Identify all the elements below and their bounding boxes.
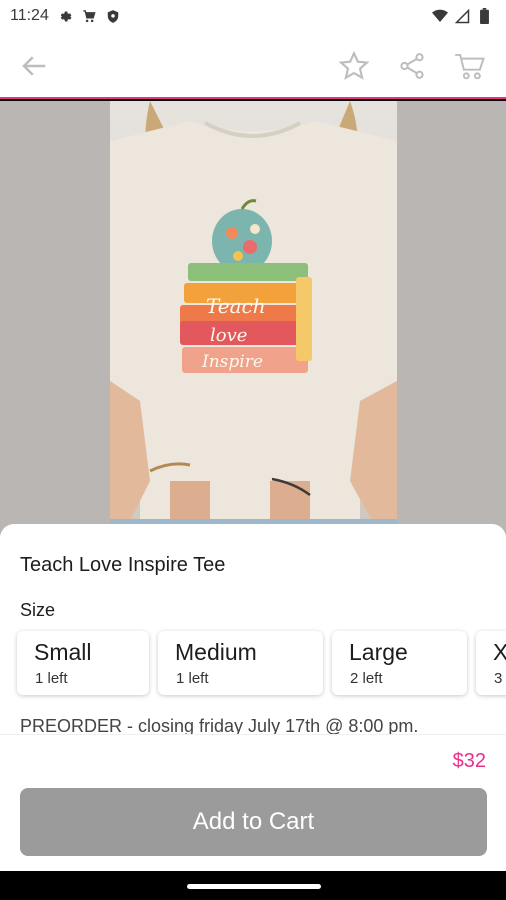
size-stock: 1 left xyxy=(176,670,209,687)
add-to-cart-button[interactable]: Add to Cart xyxy=(20,788,487,856)
wifi-icon xyxy=(432,8,448,24)
app-bar xyxy=(0,32,506,99)
size-option-medium[interactable]: Medium 1 left xyxy=(158,631,323,695)
size-name: Medium xyxy=(175,639,257,665)
product-price: $32 xyxy=(452,750,486,772)
product-image-area[interactable]: Teach love Inspire xyxy=(0,101,506,541)
shield-icon xyxy=(105,8,121,24)
size-name: X xyxy=(493,639,506,665)
size-name: Large xyxy=(349,639,408,665)
purchase-panel: $32 Add to Cart xyxy=(0,734,506,871)
size-stock: 3 xyxy=(494,670,503,687)
product-details-sheet: Teach Love Inspire Tee Size Small 1 left… xyxy=(0,524,506,734)
status-time: 11:24 xyxy=(10,7,49,24)
battery-icon xyxy=(476,8,492,24)
size-name: Small xyxy=(34,639,92,665)
size-label: Size xyxy=(20,600,56,620)
back-arrow-icon xyxy=(22,56,46,76)
star-icon xyxy=(338,50,370,80)
size-option-large[interactable]: Large 2 left xyxy=(332,631,467,695)
product-photo: Teach love Inspire xyxy=(110,101,397,541)
size-option-x[interactable]: X 3 xyxy=(476,631,506,695)
print-word-love: love xyxy=(210,325,247,346)
share-button[interactable] xyxy=(394,48,430,84)
size-stock: 2 left xyxy=(350,670,383,687)
print-word-inspire: Inspire xyxy=(201,352,263,372)
system-nav-bar xyxy=(0,871,506,900)
status-right xyxy=(432,8,492,24)
signal-icon xyxy=(454,8,470,24)
favorite-button[interactable] xyxy=(336,48,372,84)
status-left: 11:24 xyxy=(10,7,121,25)
size-stock: 1 left xyxy=(35,670,68,687)
size-options: Small 1 left Medium 1 left Large 2 left … xyxy=(17,631,506,695)
size-option-small[interactable]: Small 1 left xyxy=(17,631,149,695)
home-indicator[interactable] xyxy=(187,884,321,889)
share-icon xyxy=(400,53,424,79)
print-word-teach: Teach xyxy=(206,294,266,318)
tshirt-illustration: Teach love Inspire xyxy=(110,101,397,541)
product-title: Teach Love Inspire Tee xyxy=(20,554,226,576)
back-button[interactable] xyxy=(16,48,52,84)
status-bar: 11:24 xyxy=(0,0,506,32)
gear-icon xyxy=(57,8,73,24)
cart-button[interactable] xyxy=(452,48,488,84)
cart-notification-icon xyxy=(81,8,97,24)
preorder-note: PREORDER - closing friday July 17th @ 8:… xyxy=(20,716,419,734)
cart-icon xyxy=(455,53,485,80)
